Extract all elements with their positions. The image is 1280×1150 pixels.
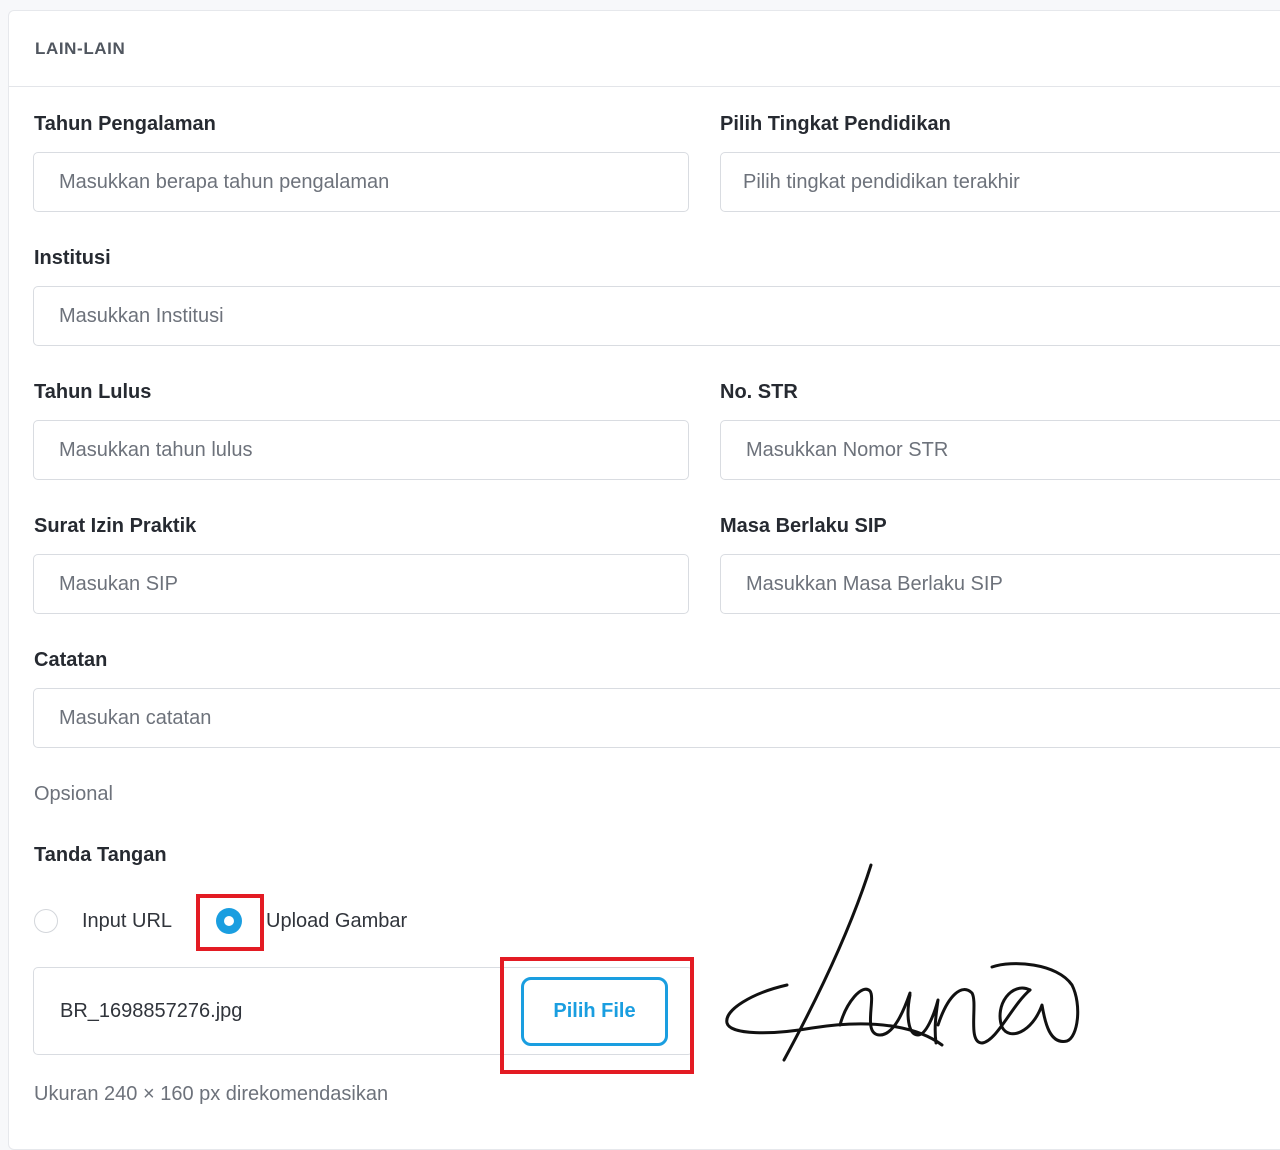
sip-validity-label: Masa Berlaku SIP xyxy=(720,515,887,537)
file-name: BR_1698857276.jpg xyxy=(60,1000,243,1022)
section-title: LAIN-LAIN xyxy=(9,11,1280,87)
radio-upload-image[interactable] xyxy=(216,908,242,934)
signature-preview-image xyxy=(725,863,1080,1062)
radio-input-url-label[interactable]: Input URL xyxy=(82,910,172,933)
str-number-label: No. STR xyxy=(720,381,798,403)
graduation-year-input[interactable] xyxy=(33,420,689,480)
signature-label: Tanda Tangan xyxy=(34,844,167,866)
experience-label: Tahun Pengalaman xyxy=(34,113,216,135)
education-select[interactable] xyxy=(720,152,1280,212)
graduation-year-label: Tahun Lulus xyxy=(34,381,152,403)
radio-upload-image-label[interactable]: Upload Gambar xyxy=(266,910,407,933)
sip-validity-input[interactable] xyxy=(720,554,1280,614)
notes-hint: Opsional xyxy=(34,783,113,805)
institution-label: Institusi xyxy=(34,247,111,269)
sip-input[interactable] xyxy=(33,554,689,614)
str-number-input[interactable] xyxy=(720,420,1280,480)
institution-input[interactable] xyxy=(33,286,1280,346)
signature-size-hint: Ukuran 240 × 160 px direkomendasikan xyxy=(34,1083,389,1105)
education-label: Pilih Tingkat Pendidikan xyxy=(720,113,951,135)
pick-file-button[interactable]: Pilih File xyxy=(521,977,668,1046)
sip-label: Surat Izin Praktik xyxy=(34,515,197,537)
experience-input[interactable] xyxy=(33,152,689,212)
notes-input[interactable] xyxy=(33,688,1280,748)
radio-input-url[interactable] xyxy=(34,909,58,933)
notes-label: Catatan xyxy=(34,649,108,671)
